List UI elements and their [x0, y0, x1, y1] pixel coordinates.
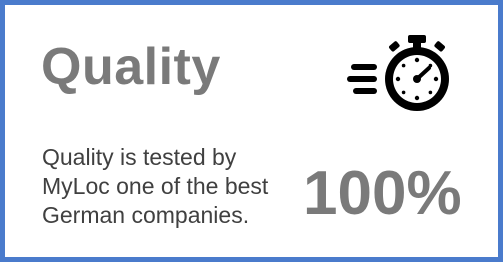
- description-line: Quality is tested by: [42, 144, 237, 170]
- card-title: Quality: [41, 38, 221, 96]
- description-line: German companies.: [42, 202, 250, 228]
- description-line: MyLoc one of the best: [42, 173, 269, 199]
- fast-stopwatch-icon: [347, 35, 449, 111]
- card-description: Quality is tested by MyLoc one of the be…: [42, 143, 312, 230]
- stat-value: 100%: [303, 159, 462, 228]
- quality-card: Quality Quality is tested by MyLoc one o…: [0, 0, 503, 262]
